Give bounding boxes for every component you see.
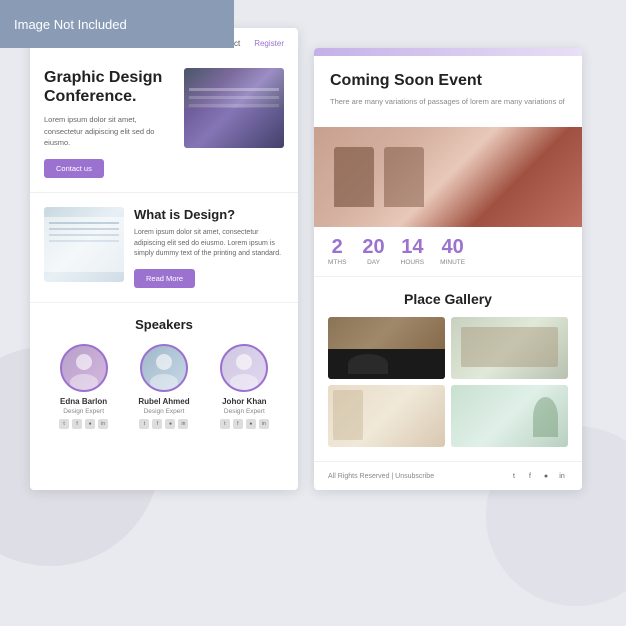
speaker-edna: Edna Barlon Design Expert t f ● in bbox=[59, 344, 108, 429]
gallery-image-2 bbox=[451, 317, 568, 379]
instagram-icon-rubel[interactable]: ● bbox=[165, 419, 175, 429]
countdown-hours-value: 14 bbox=[401, 237, 424, 257]
speaker-name-johor: Johor Khan bbox=[220, 397, 269, 406]
speakers-title: Speakers bbox=[44, 317, 284, 332]
speaker-figure-johor bbox=[222, 346, 266, 390]
section-title: What is Design? bbox=[134, 207, 284, 222]
speaker-johor: Johor Khan Design Expert t f ● in bbox=[220, 344, 269, 429]
footer-copyright: All Rights Reserved | Unsubscribe bbox=[328, 473, 434, 480]
footer-facebook-icon[interactable]: f bbox=[524, 470, 536, 482]
gallery-section: Place Gallery bbox=[314, 277, 582, 461]
facebook-icon-johor[interactable]: f bbox=[233, 419, 243, 429]
hero-title: Graphic Design Conference. bbox=[44, 68, 174, 106]
countdown-minutes-label: MINUTE bbox=[440, 259, 465, 266]
nav-register[interactable]: Register bbox=[254, 39, 284, 48]
twitter-icon-rubel[interactable]: t bbox=[139, 419, 149, 429]
countdown-minutes: 40 MINUTE bbox=[440, 237, 465, 266]
contact-us-button[interactable]: Contact us bbox=[44, 159, 104, 178]
speaker-avatar-edna bbox=[60, 344, 108, 392]
speaker-avatar-johor bbox=[220, 344, 268, 392]
gallery-image-4 bbox=[451, 385, 568, 447]
speaker-role-edna: Design Expert bbox=[59, 408, 108, 415]
speaker-avatar-rubel bbox=[140, 344, 188, 392]
facebook-icon-rubel[interactable]: f bbox=[152, 419, 162, 429]
banner-label: Image Not Included bbox=[14, 17, 127, 32]
hero-description: Lorem ipsum dolor sit amet, consectetur … bbox=[44, 114, 174, 148]
left-email-card: LOGO Services Contact Register Graphic D… bbox=[30, 28, 298, 490]
section-text: What is Design? Lorem ipsum dolor sit am… bbox=[134, 207, 284, 288]
linkedin-icon-rubel[interactable]: in bbox=[178, 419, 188, 429]
hero-text: Graphic Design Conference. Lorem ipsum d… bbox=[44, 68, 174, 178]
coming-soon-title: Coming Soon Event bbox=[330, 72, 566, 90]
gallery-grid bbox=[328, 317, 568, 447]
linkedin-icon-johor[interactable]: in bbox=[259, 419, 269, 429]
twitter-icon-edna[interactable]: t bbox=[59, 419, 69, 429]
speaker-figure-edna bbox=[62, 346, 106, 390]
linkedin-icon-edna[interactable]: in bbox=[98, 419, 108, 429]
instagram-icon-johor[interactable]: ● bbox=[246, 419, 256, 429]
footer-socials: t f ● in bbox=[508, 470, 568, 482]
section-description: Lorem ipsum dolor sit amet, consectetur … bbox=[134, 228, 284, 260]
speaker-social-edna: t f ● in bbox=[59, 419, 108, 429]
footer-instagram-icon[interactable]: ● bbox=[540, 470, 552, 482]
footer-linkedin-icon[interactable]: in bbox=[556, 470, 568, 482]
right-footer: All Rights Reserved | Unsubscribe t f ● … bbox=[314, 461, 582, 490]
countdown-section: 2 MTHS 20 DAY 14 HOURS 40 MINUTE bbox=[314, 227, 582, 277]
coming-soon-section: Coming Soon Event There are many variati… bbox=[314, 56, 582, 127]
speaker-role-johor: Design Expert bbox=[220, 408, 269, 415]
twitter-icon-johor[interactable]: t bbox=[220, 419, 230, 429]
countdown-days-value: 20 bbox=[362, 237, 384, 257]
hero-image bbox=[184, 68, 284, 148]
speaker-figure-rubel bbox=[142, 346, 186, 390]
facebook-icon-edna[interactable]: f bbox=[72, 419, 82, 429]
hero-section: Graphic Design Conference. Lorem ipsum d… bbox=[30, 58, 298, 192]
top-banner: Image Not Included bbox=[0, 0, 234, 48]
cards-container: LOGO Services Contact Register Graphic D… bbox=[30, 28, 582, 490]
speaker-social-johor: t f ● in bbox=[220, 419, 269, 429]
countdown-days: 20 DAY bbox=[362, 237, 384, 266]
right-email-card: Coming Soon Event There are many variati… bbox=[314, 48, 582, 490]
speaker-name-edna: Edna Barlon bbox=[59, 397, 108, 406]
gallery-title: Place Gallery bbox=[328, 291, 568, 307]
section-image bbox=[44, 207, 124, 282]
countdown-hours: 14 HOURS bbox=[401, 237, 424, 266]
coming-soon-description: There are many variations of passages of… bbox=[330, 96, 566, 107]
countdown-months: 2 MTHS bbox=[328, 237, 346, 266]
gallery-image-1 bbox=[328, 317, 445, 379]
right-top-bar bbox=[314, 48, 582, 56]
gallery-image-3 bbox=[328, 385, 445, 447]
instagram-icon-edna[interactable]: ● bbox=[85, 419, 95, 429]
speakers-row: Edna Barlon Design Expert t f ● in Rubel… bbox=[44, 344, 284, 429]
event-image bbox=[314, 127, 582, 227]
speaker-name-rubel: Rubel Ahmed bbox=[138, 397, 189, 406]
what-is-design-section: What is Design? Lorem ipsum dolor sit am… bbox=[30, 192, 298, 302]
countdown-months-label: MTHS bbox=[328, 259, 346, 266]
speaker-role-rubel: Design Expert bbox=[138, 408, 189, 415]
speaker-social-rubel: t f ● in bbox=[138, 419, 189, 429]
countdown-hours-label: HOURS bbox=[401, 259, 424, 266]
speaker-rubel: Rubel Ahmed Design Expert t f ● in bbox=[138, 344, 189, 429]
countdown-months-value: 2 bbox=[328, 237, 346, 257]
footer-twitter-icon[interactable]: t bbox=[508, 470, 520, 482]
countdown-days-label: DAY bbox=[362, 259, 384, 266]
read-more-button[interactable]: Read More bbox=[134, 269, 195, 288]
countdown-minutes-value: 40 bbox=[440, 237, 465, 257]
speakers-section: Speakers Edna Barlon Design Expert t f ●… bbox=[30, 302, 298, 443]
